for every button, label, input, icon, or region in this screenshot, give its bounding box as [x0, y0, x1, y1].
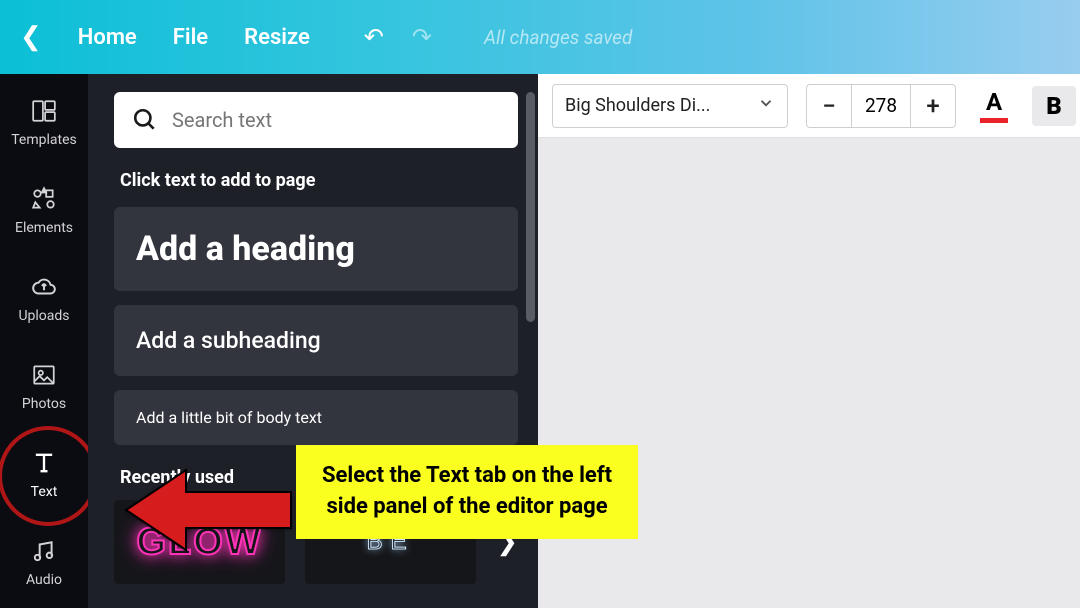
- elements-icon: [27, 184, 61, 214]
- left-rail: Templates Elements Uploads Photos Text: [0, 74, 88, 608]
- file-menu[interactable]: File: [173, 25, 208, 50]
- uploads-icon: [27, 272, 61, 302]
- resize-menu[interactable]: Resize: [244, 25, 310, 50]
- rail-label: Photos: [22, 396, 66, 412]
- font-size-decrease[interactable]: −: [807, 85, 851, 127]
- rail-text[interactable]: Text: [0, 440, 88, 508]
- tutorial-arrow-icon: [116, 460, 296, 560]
- add-subheading-button[interactable]: Add a subheading: [114, 305, 518, 376]
- search-box[interactable]: [114, 92, 518, 148]
- search-input[interactable]: [172, 108, 500, 132]
- font-family-value: Big Shoulders Di...: [565, 95, 710, 116]
- text-icon: [27, 448, 61, 478]
- font-family-dropdown[interactable]: Big Shoulders Di...: [552, 84, 788, 128]
- rail-label: Audio: [26, 572, 62, 588]
- callout-line1: Select the Text tab on the left: [322, 461, 612, 492]
- text-color-swatch: [980, 118, 1008, 123]
- search-icon: [132, 107, 158, 133]
- callout-line2: side panel of the editor page: [322, 492, 612, 523]
- rail-uploads[interactable]: Uploads: [0, 264, 88, 332]
- rail-label: Templates: [11, 132, 77, 148]
- font-size-input[interactable]: [851, 85, 911, 127]
- font-size-control: − +: [806, 84, 956, 128]
- add-body-text-button[interactable]: Add a little bit of body text: [114, 390, 518, 445]
- templates-icon: [27, 96, 61, 126]
- rail-label: Text: [31, 484, 58, 500]
- rail-label: Uploads: [18, 308, 69, 324]
- rail-templates[interactable]: Templates: [0, 88, 88, 156]
- tutorial-callout: Select the Text tab on the left side pan…: [296, 445, 638, 539]
- redo-icon[interactable]: ↷: [412, 23, 432, 51]
- topbar-left-group: ❮ Home File Resize ↶ ↷ All changes saved: [20, 22, 632, 52]
- chevron-down-icon: [757, 94, 775, 117]
- rail-audio[interactable]: Audio: [0, 528, 88, 596]
- font-size-increase[interactable]: +: [911, 85, 955, 127]
- top-menu-bar: ❮ Home File Resize ↶ ↷ All changes saved: [0, 0, 1080, 74]
- undo-redo-group: ↶ ↷: [364, 23, 432, 51]
- rail-label: Elements: [15, 220, 73, 236]
- text-color-letter: A: [986, 88, 1002, 116]
- add-heading-button[interactable]: Add a heading: [114, 207, 518, 291]
- audio-icon: [27, 536, 61, 566]
- save-status-text: All changes saved: [484, 26, 632, 49]
- undo-icon[interactable]: ↶: [364, 23, 384, 51]
- text-properties-bar: Big Shoulders Di... − + A B: [538, 74, 1080, 138]
- text-color-button[interactable]: A: [974, 86, 1014, 126]
- panel-scrollbar[interactable]: [526, 92, 535, 322]
- panel-instruction-text: Click text to add to page: [120, 170, 518, 191]
- home-link[interactable]: Home: [78, 25, 137, 50]
- photos-icon: [27, 360, 61, 390]
- rail-photos[interactable]: Photos: [0, 352, 88, 420]
- rail-elements[interactable]: Elements: [0, 176, 88, 244]
- bold-button[interactable]: B: [1032, 86, 1076, 126]
- back-chevron-icon[interactable]: ❮: [20, 22, 42, 52]
